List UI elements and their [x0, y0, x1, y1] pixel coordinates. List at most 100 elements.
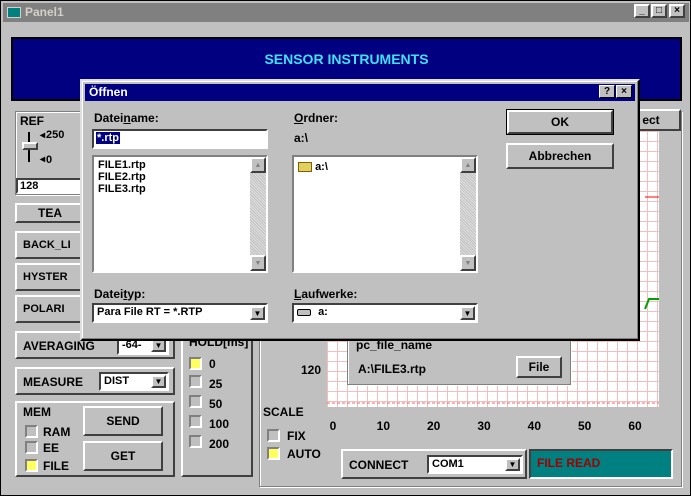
- file-list[interactable]: FILE1.rtp FILE2.rtp FILE3.rtp ▲ ▼: [92, 155, 268, 273]
- drive-icon: [297, 308, 311, 316]
- ref-value-field[interactable]: 128: [16, 178, 82, 194]
- hold-25-label: 25: [209, 377, 223, 391]
- filetype-label: Dateityp:: [94, 287, 146, 301]
- minimize-button[interactable]: _: [634, 4, 650, 18]
- main-window: Panel1 _ □ × SENSOR INSTRUMENTS REF ◂ 25…: [0, 0, 691, 496]
- filetype-value: Para File RT = *.RTP: [97, 306, 203, 318]
- filename-input[interactable]: *.rtp: [92, 129, 268, 149]
- x-tick-label: 40: [527, 419, 541, 433]
- dialog-close-button[interactable]: ×: [616, 85, 632, 98]
- mem-label: MEM: [23, 405, 51, 419]
- scroll-down-icon[interactable]: ▼: [250, 255, 266, 271]
- filetype-select[interactable]: Para File RT = *.RTP ▼: [92, 303, 268, 323]
- scale-fix-label: FIX: [287, 429, 306, 443]
- mem-file-label: FILE: [43, 459, 69, 473]
- x-tick-label: 20: [426, 419, 441, 433]
- close-button[interactable]: ×: [669, 4, 685, 18]
- ref-max-label: 250: [46, 129, 65, 141]
- chevron-down-icon: ▼: [460, 306, 475, 320]
- folder-list[interactable]: a:\ ▲ ▼: [292, 155, 478, 273]
- window-title-bar[interactable]: Panel1: [3, 3, 689, 22]
- file-button[interactable]: File: [516, 356, 562, 378]
- x-tick-label: 60: [628, 419, 642, 433]
- open-dialog: Öffnen ? × Dateiname: *.rtp FILE1.rtp FI…: [80, 79, 640, 341]
- folder-list-item[interactable]: a:\: [315, 161, 328, 173]
- maximize-button[interactable]: □: [651, 4, 667, 18]
- status-text: FILE READ: [537, 456, 601, 470]
- measure-value: DIST: [104, 375, 130, 387]
- scale-auto-led[interactable]: [267, 447, 280, 460]
- filename-value: *.rtp: [96, 132, 120, 144]
- file-path: A:\FILE3.rtp: [358, 362, 426, 376]
- file-list-item[interactable]: FILE3.rtp: [98, 183, 262, 195]
- hold-group: HOLD[ms] 0 25 50 100 200: [181, 331, 253, 477]
- open-folder-icon: [298, 162, 312, 173]
- hold-50-led[interactable]: [189, 395, 202, 408]
- back-light-button[interactable]: BACK_LI: [15, 231, 85, 259]
- scroll-down-icon[interactable]: ▼: [460, 255, 476, 271]
- drives-select[interactable]: a: ▼: [292, 303, 478, 323]
- dialog-title-bar[interactable]: Öffnen: [85, 84, 635, 101]
- cancel-button[interactable]: Abbrechen: [506, 143, 614, 169]
- app-icon: [7, 7, 21, 18]
- drives-label: Laufwerke:: [294, 287, 358, 301]
- teach-button[interactable]: TEA: [15, 203, 85, 223]
- folder-label: Ordner:: [294, 111, 339, 125]
- hold-100-label: 100: [209, 417, 230, 431]
- help-button[interactable]: ?: [599, 85, 615, 98]
- chevron-down-icon: ▼: [505, 458, 520, 471]
- connect-group: CONNECT COM1 ▼: [341, 449, 527, 479]
- chevron-down-icon: ▼: [250, 306, 265, 320]
- filename-label: Dateiname:: [94, 111, 159, 125]
- polarity-button[interactable]: POLARI: [15, 295, 85, 323]
- averaging-label: AVERAGING: [23, 339, 95, 353]
- chevron-down-icon: ▼: [151, 375, 166, 388]
- measure-label: MEASURE: [23, 375, 84, 389]
- file-group: pc_file_name A:\FILE3.rtp File: [347, 337, 571, 385]
- dialog-title: Öffnen: [89, 85, 128, 99]
- mem-file-led[interactable]: [25, 459, 38, 472]
- file-list-item[interactable]: FILE2.rtp: [98, 171, 262, 183]
- hold-25-led[interactable]: [189, 375, 202, 388]
- get-button[interactable]: GET: [83, 441, 163, 471]
- y-tick-label: 120: [301, 363, 322, 377]
- connect-label: CONNECT: [349, 458, 409, 472]
- hold-100-led[interactable]: [189, 415, 202, 428]
- chart-series-line: [644, 298, 659, 310]
- mem-ram-label: RAM: [43, 425, 71, 439]
- x-tick-label: 50: [577, 419, 592, 433]
- scale-fix-led[interactable]: [267, 429, 280, 442]
- send-button[interactable]: SEND: [83, 406, 163, 436]
- file-list-item[interactable]: FILE1.rtp: [98, 159, 262, 171]
- hold-0-led[interactable]: [189, 357, 202, 370]
- x-tick-label: 30: [477, 419, 491, 433]
- scale-auto-label: AUTO: [287, 447, 321, 461]
- x-tick-label: 10: [376, 419, 390, 433]
- ok-button[interactable]: OK: [507, 110, 613, 134]
- scroll-up-icon[interactable]: ▲: [250, 157, 266, 173]
- mem-ee-led[interactable]: [25, 441, 38, 454]
- x-tick-label: 0: [329, 419, 337, 433]
- scroll-up-icon[interactable]: ▲: [460, 157, 476, 173]
- ref-group: REF ◂ 250 ◂ 0 128: [15, 111, 85, 195]
- scale-label: SCALE: [263, 405, 304, 419]
- hold-200-led[interactable]: [189, 435, 202, 448]
- ok-button-frame: OK: [506, 109, 614, 135]
- folder-list-scrollbar[interactable]: ▲ ▼: [460, 157, 476, 271]
- measure-select[interactable]: DIST ▼: [99, 372, 169, 391]
- ref-label: REF: [20, 114, 44, 128]
- window-title: Panel1: [25, 5, 64, 19]
- status-display: FILE READ: [529, 449, 673, 479]
- hysteresis-button[interactable]: HYSTER: [15, 263, 85, 291]
- folder-value: a:\: [294, 131, 309, 145]
- drives-value: a:: [318, 306, 328, 318]
- hold-0-label: 0: [209, 357, 216, 371]
- header-title: SENSOR INSTRUMENTS: [264, 51, 429, 67]
- hold-50-label: 50: [209, 397, 223, 411]
- mem-ram-led[interactable]: [25, 425, 38, 438]
- mem-ee-label: EE: [43, 441, 60, 455]
- file-list-scrollbar[interactable]: ▲ ▼: [250, 157, 266, 271]
- ref-slider-thumb[interactable]: [22, 142, 38, 150]
- mem-group: MEM RAM EE FILE SEND GET: [15, 401, 175, 477]
- connect-select[interactable]: COM1 ▼: [427, 455, 523, 474]
